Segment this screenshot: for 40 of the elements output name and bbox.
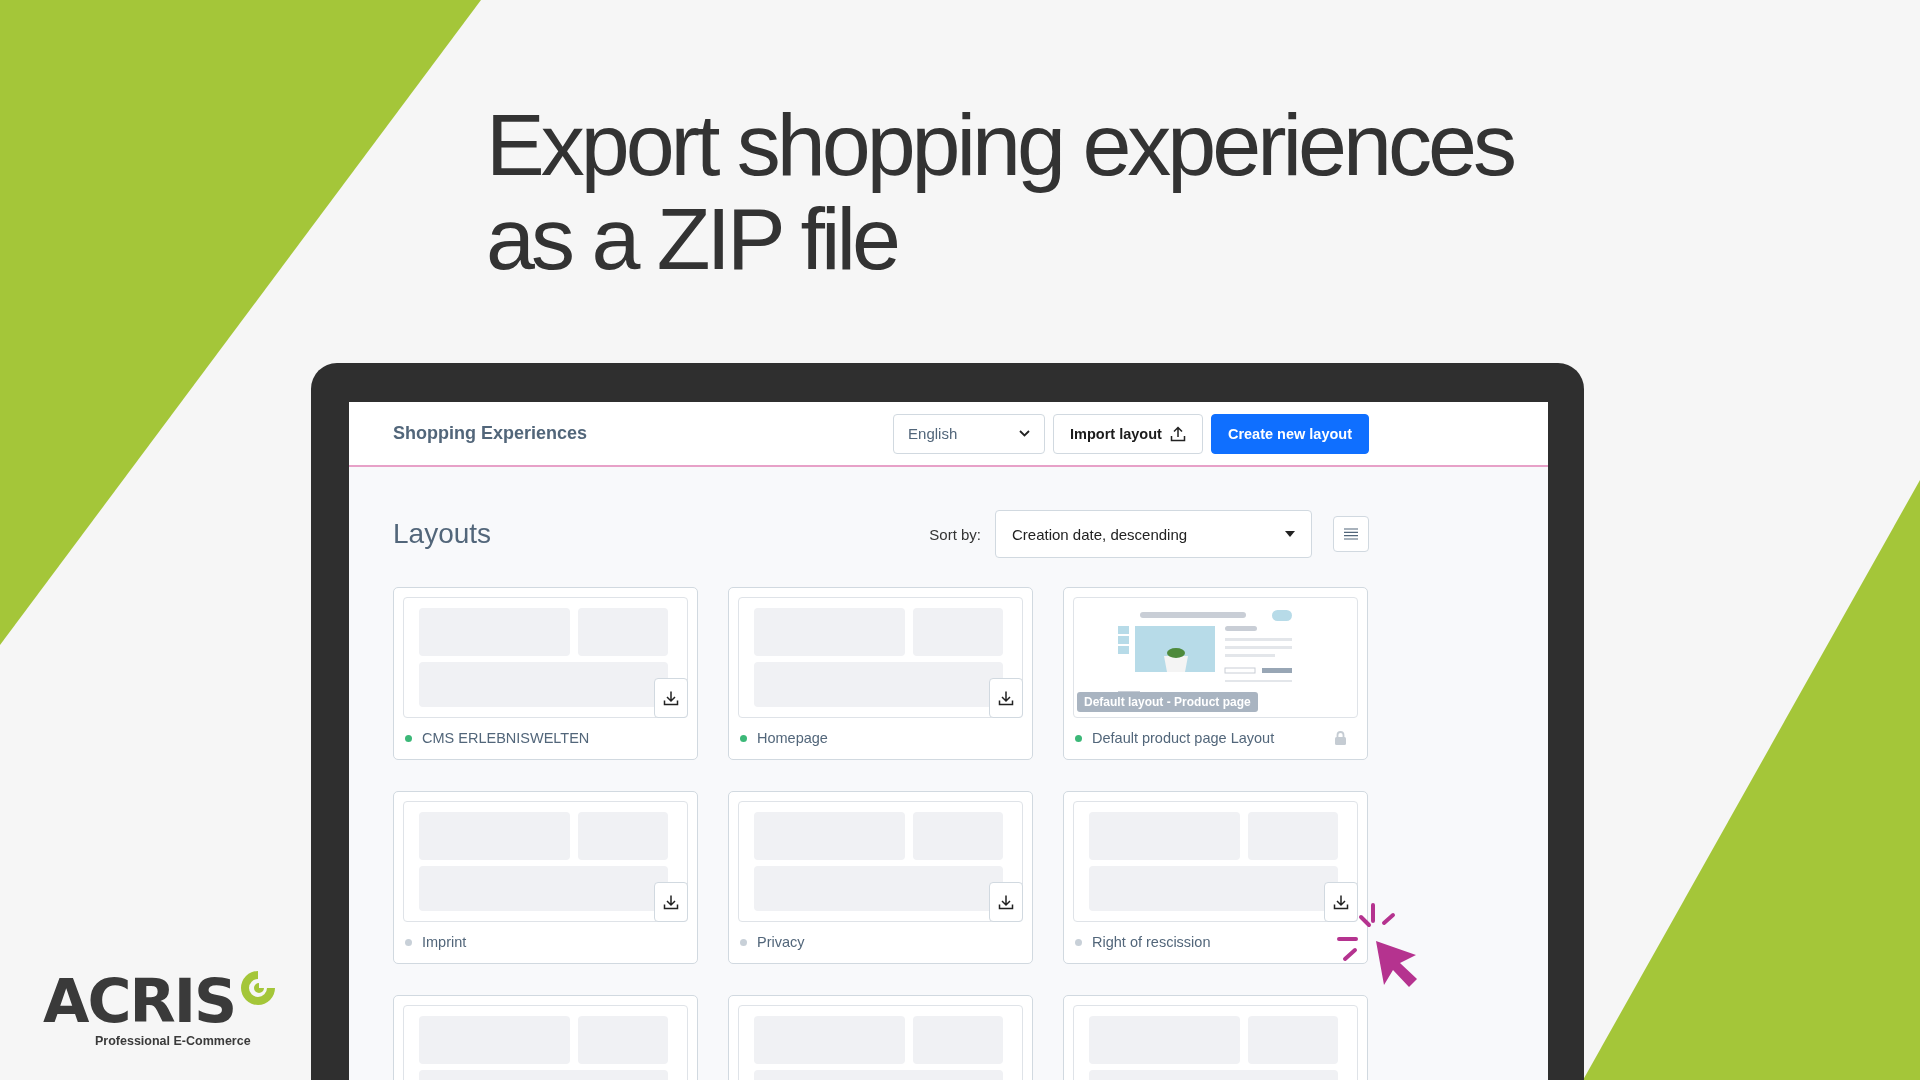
layout-name: CMS ERLEBNISWELTEN	[422, 730, 591, 746]
layout-name: Default product page Layout	[1092, 730, 1276, 746]
layout-card[interactable]: Privacy	[728, 791, 1033, 964]
download-icon	[998, 690, 1014, 706]
layout-name: Homepage	[757, 730, 829, 746]
section-heading: Layouts	[393, 518, 492, 550]
download-icon	[998, 894, 1014, 910]
headline: Export shopping experiences	[486, 98, 1513, 192]
layout-name: Imprint	[422, 934, 468, 950]
download-button[interactable]	[654, 678, 688, 718]
swirl-logo-icon	[239, 968, 278, 1008]
list-icon	[1344, 528, 1358, 540]
layout-name: Privacy	[757, 934, 806, 950]
download-icon	[1333, 894, 1349, 910]
layout-card[interactable]: Right of rescission	[1063, 791, 1368, 964]
download-button[interactable]	[989, 882, 1023, 922]
download-icon	[663, 690, 679, 706]
upload-icon	[1169, 425, 1186, 442]
caret-icon	[1285, 531, 1295, 537]
import-button[interactable]: Import layout	[1053, 413, 1203, 454]
page-title: Shopping Experiences	[393, 423, 588, 444]
sort-label: Sort by:	[929, 525, 981, 543]
layout-card[interactable]: CMS ERLEBNISWELTEN	[393, 587, 698, 760]
logo-tagline: Professional E-Commerce	[95, 1034, 252, 1048]
layout-card[interactable]: Homepage	[728, 587, 1033, 760]
layout-card[interactable]: Default layout - Product page Default product page Layout	[1063, 587, 1368, 760]
download-button[interactable]	[989, 678, 1023, 718]
download-button[interactable]	[654, 882, 688, 922]
sort-select[interactable]: Creation date, descending	[995, 510, 1312, 558]
download-icon	[663, 894, 679, 910]
download-button[interactable]	[1324, 882, 1358, 922]
headline: as a ZIP file	[486, 192, 898, 286]
brand-logo-text: ACRIS	[43, 968, 236, 1034]
create-button[interactable]: Create new layout	[1210, 413, 1369, 454]
default-badge: Default layout - Product page	[1077, 692, 1258, 712]
layout-card[interactable]: Imprint	[393, 791, 698, 964]
language-select[interactable]: English	[893, 413, 1046, 454]
layout-name: Right of rescission	[1092, 934, 1212, 950]
chevron-icon	[1019, 430, 1031, 437]
list-view-button[interactable]	[1333, 516, 1369, 552]
